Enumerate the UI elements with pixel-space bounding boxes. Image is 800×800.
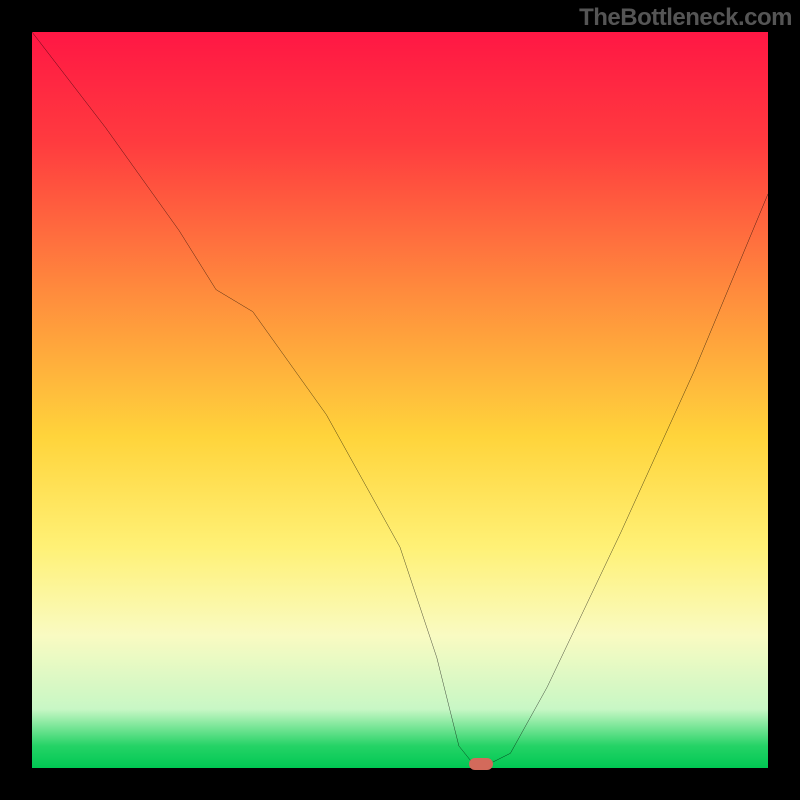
chart-frame: TheBottleneck.com (0, 0, 800, 800)
optimal-marker (469, 758, 493, 770)
plot-area (32, 32, 768, 768)
watermark-text: TheBottleneck.com (579, 4, 792, 32)
gradient-background (32, 32, 768, 768)
chart-svg (32, 32, 768, 768)
